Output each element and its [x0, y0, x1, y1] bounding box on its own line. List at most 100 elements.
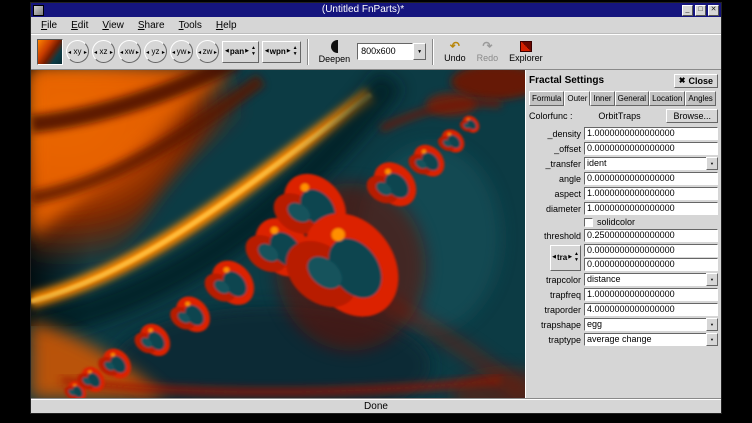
window-title: (Untitled FnParts)* [46, 3, 680, 17]
left-arrow-icon: ◀ [146, 49, 149, 54]
warp-control[interactable]: ◀wpn▶ ▲ ▼ [262, 41, 301, 63]
browse-button[interactable]: Browse... [666, 109, 718, 123]
explorer-button[interactable]: Explorer [505, 40, 547, 64]
rotate-xy-button[interactable]: ◀ xy ▶ [66, 40, 89, 63]
solidcolor-checkbox[interactable]: solidcolor [584, 217, 718, 227]
right-arrow-icon: ▶ [110, 49, 113, 54]
menu-edit[interactable]: Edit [64, 19, 95, 32]
menu-tools[interactable]: Tools [172, 19, 209, 32]
left-arrow-icon: ◀ [552, 255, 556, 260]
panel-close-button[interactable]: ✖ Close [674, 74, 718, 88]
chevron-down-icon: ▼ [706, 318, 718, 331]
explorer-icon [520, 41, 532, 52]
right-arrow-icon: ▶ [568, 255, 572, 260]
trapshape-select[interactable]: egg ▼ [584, 318, 718, 331]
tab-angles[interactable]: Angles [685, 91, 715, 106]
window-controls: _ □ ✕ [682, 5, 719, 16]
tra-fourway-control[interactable]: ◀tra▶ ▲ ▼ [550, 245, 581, 271]
chevron-down-icon: ▼ [706, 157, 718, 170]
menu-file[interactable]: File [34, 19, 64, 32]
checkbox-icon [584, 218, 593, 227]
left-arrow-icon: ◀ [198, 49, 201, 54]
tab-inner[interactable]: Inner [590, 91, 614, 106]
resolution-combo: 800x600 ▼ [357, 43, 426, 60]
threshold-label: threshold [529, 231, 581, 241]
fractal-thumbnail-button[interactable] [37, 39, 63, 65]
tra-re-input[interactable]: 0.0000000000000000 [584, 244, 718, 257]
redo-button[interactable]: ↷ Redo [473, 40, 503, 64]
settings-tabs: Formula Outer Inner General Location Ang… [529, 91, 718, 106]
traptype-label: traptype [529, 335, 581, 345]
app-window: (Untitled FnParts)* _ □ ✕ File Edit View… [30, 2, 722, 414]
left-arrow-icon: ◀ [94, 49, 97, 54]
tab-outer[interactable]: Outer [564, 91, 590, 106]
maximize-button[interactable]: □ [695, 5, 706, 16]
trapcolor-select[interactable]: distance ▼ [584, 273, 718, 286]
pan-control[interactable]: ◀pan▶ ▲ ▼ [222, 41, 259, 63]
right-arrow-icon: ▶ [84, 49, 87, 54]
minimize-button[interactable]: _ [682, 5, 693, 16]
left-arrow-icon: ◀ [225, 49, 229, 54]
toolbar-separator [432, 39, 434, 65]
transfer-select[interactable]: ident ▼ [584, 157, 718, 170]
fractal-canvas[interactable] [31, 70, 525, 398]
menubar: File Edit View Share Tools Help [31, 17, 721, 34]
fractal-image [31, 70, 525, 398]
fractal-settings-panel: Fractal Settings ✖ Close Formula Outer I… [525, 70, 721, 398]
menu-help[interactable]: Help [209, 19, 244, 32]
left-arrow-icon: ◀ [172, 49, 175, 54]
resolution-input[interactable]: 800x600 [357, 43, 413, 60]
close-icon: ✖ [679, 76, 686, 85]
window-menu-icon[interactable] [33, 5, 44, 16]
close-button[interactable]: ✕ [708, 5, 719, 16]
transfer-label: _transfer [529, 159, 581, 169]
trapfreq-label: trapfreq [529, 290, 581, 300]
titlebar[interactable]: (Untitled FnParts)* _ □ ✕ [31, 3, 721, 17]
traporder-label: traporder [529, 305, 581, 315]
rotate-xz-button[interactable]: ◀ xz ▶ [92, 40, 115, 63]
panel-header: Fractal Settings ✖ Close [529, 72, 718, 89]
threshold-input[interactable]: 0.2500000000000000 [584, 229, 718, 242]
right-arrow-icon: ▶ [136, 49, 139, 54]
left-arrow-icon: ◀ [120, 49, 123, 54]
menu-share[interactable]: Share [131, 19, 172, 32]
menu-view[interactable]: View [95, 19, 131, 32]
redo-icon: ↷ [482, 41, 492, 52]
main-area: Fractal Settings ✖ Close Formula Outer I… [31, 70, 721, 398]
tra-im-input[interactable]: 0.0000000000000000 [584, 258, 718, 271]
angle-label: angle [529, 174, 581, 184]
down-arrow-icon: ▼ [574, 258, 579, 263]
rotate-xw-button[interactable]: ◀ xw ▶ [118, 40, 141, 63]
right-arrow-icon: ▶ [245, 49, 249, 54]
down-arrow-icon: ▼ [293, 52, 298, 57]
undo-button[interactable]: ↶ Undo [440, 40, 470, 64]
traptype-select[interactable]: average change ▼ [584, 333, 718, 346]
density-label: _density [529, 129, 581, 139]
chevron-down-icon: ▼ [417, 49, 422, 55]
rotate-yz-button[interactable]: ◀ yz ▶ [144, 40, 167, 63]
tab-location[interactable]: Location [649, 91, 685, 106]
density-input[interactable]: 1.0000000000000000 [584, 127, 718, 140]
tab-formula[interactable]: Formula [529, 91, 564, 106]
rotate-yw-button[interactable]: ◀ yw ▶ [170, 40, 193, 63]
tab-general[interactable]: General [615, 91, 649, 106]
chevron-down-icon: ▼ [706, 273, 718, 286]
left-arrow-icon: ◀ [68, 49, 71, 54]
right-arrow-icon: ▶ [214, 49, 217, 54]
colorfunc-row: Colorfunc : OrbitTraps Browse... [529, 107, 718, 125]
aspect-input[interactable]: 1.0000000000000000 [584, 187, 718, 200]
angle-input[interactable]: 0.0000000000000000 [584, 172, 718, 185]
traporder-input[interactable]: 4.0000000000000000 [584, 303, 718, 316]
right-arrow-icon: ▶ [162, 49, 165, 54]
resolution-dropdown-arrow[interactable]: ▼ [413, 43, 426, 60]
left-arrow-icon: ◀ [265, 49, 269, 54]
trapfreq-input[interactable]: 1.0000000000000000 [584, 288, 718, 301]
diameter-input[interactable]: 1.0000000000000000 [584, 202, 718, 215]
offset-input[interactable]: 0.0000000000000000 [584, 142, 718, 155]
deepen-icon [331, 40, 338, 53]
toolbar-separator [307, 39, 309, 65]
chevron-down-icon: ▼ [706, 333, 718, 346]
deepen-button[interactable]: Deepen [315, 39, 355, 65]
rotate-zw-button[interactable]: ◀ zw ▶ [196, 40, 219, 63]
panel-title: Fractal Settings [529, 75, 604, 86]
